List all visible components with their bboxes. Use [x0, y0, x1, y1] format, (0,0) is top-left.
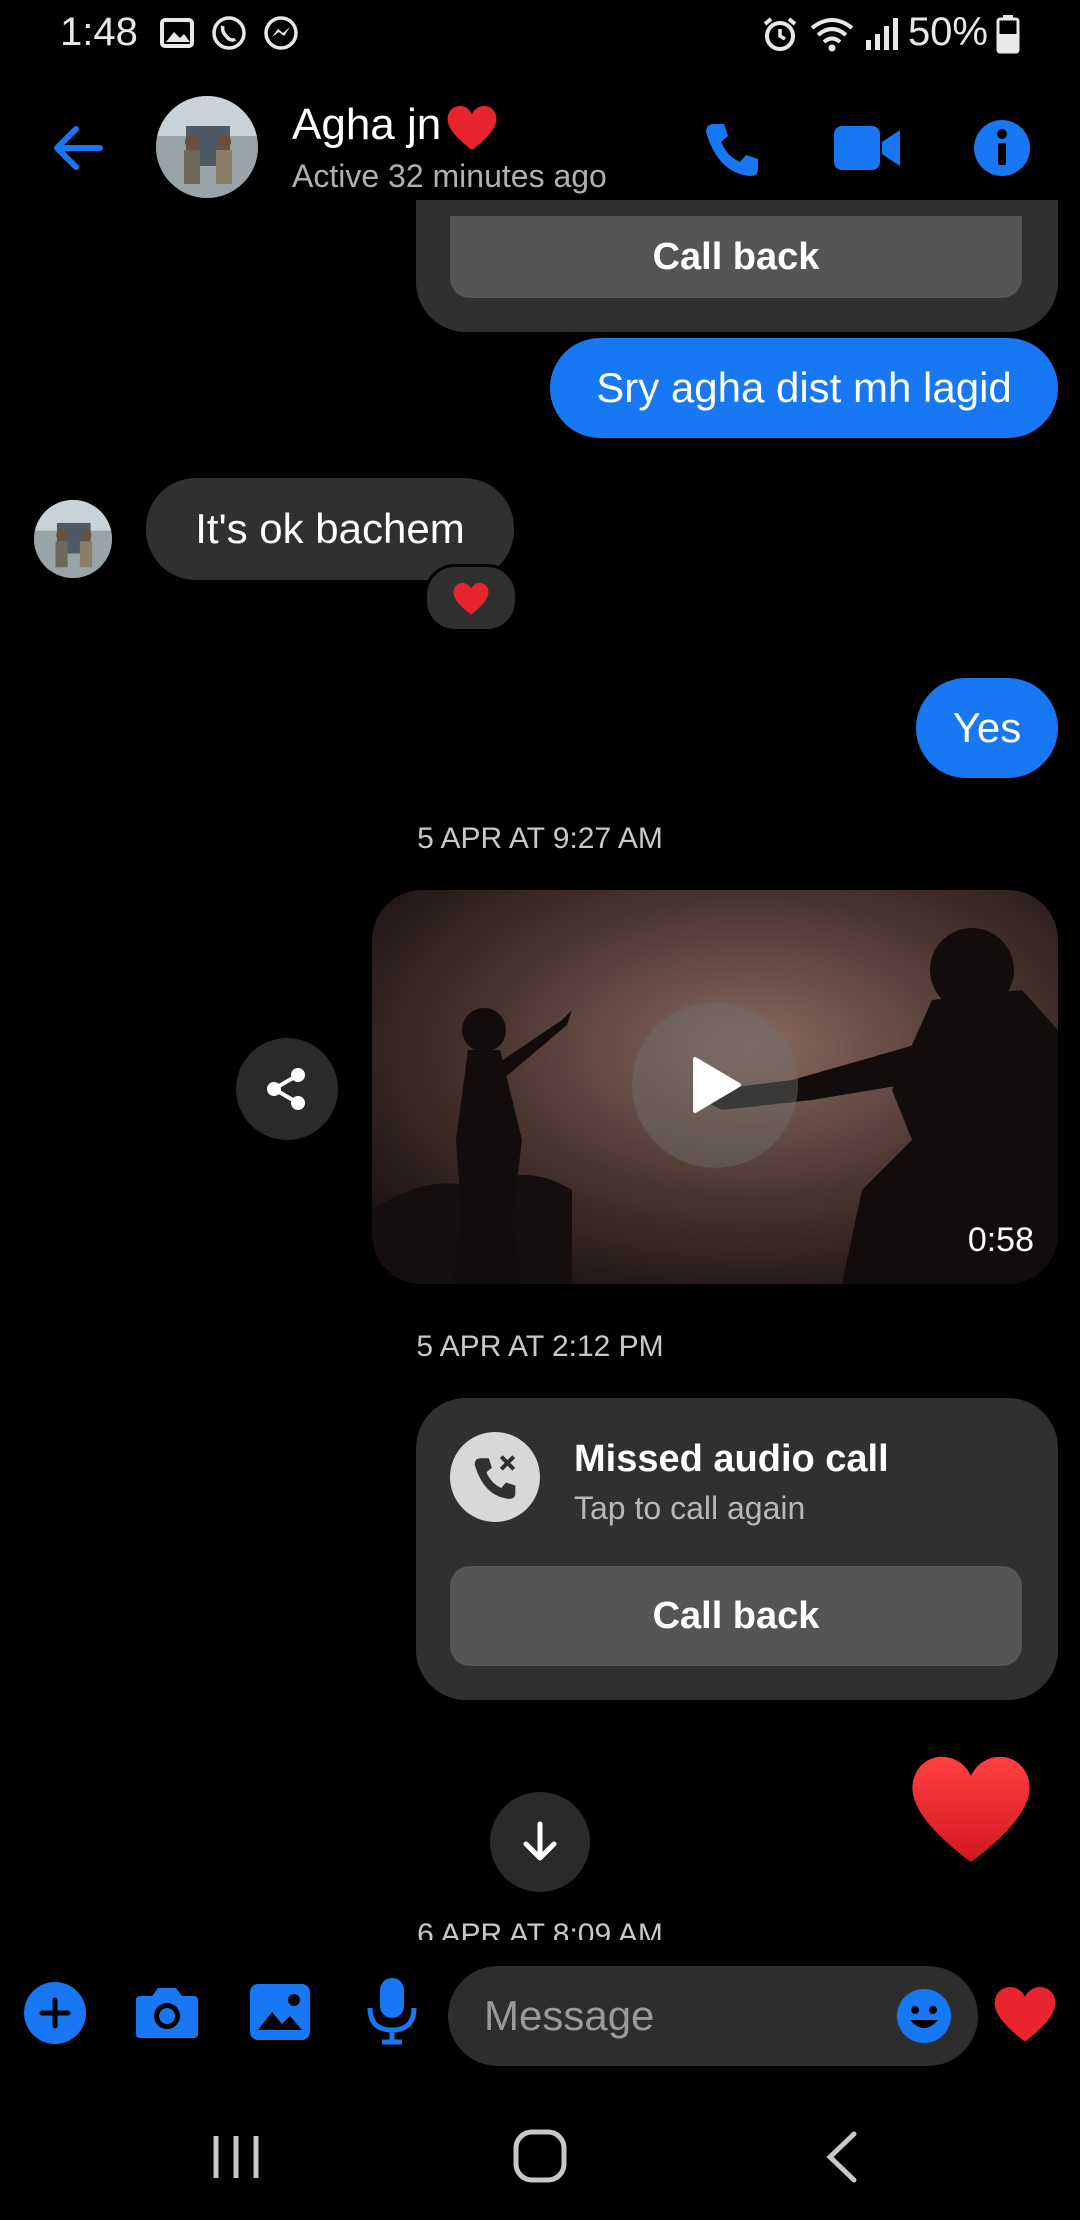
battery-percent: 50% — [907, 10, 988, 54]
gallery-notification-icon — [160, 18, 194, 48]
missed-call-title: Missed audio call — [574, 1438, 889, 1480]
status-time: 1:48 — [60, 10, 138, 54]
contact-name[interactable]: Agha jn — [292, 100, 441, 150]
signal-icon — [866, 18, 898, 50]
gallery-icon[interactable] — [248, 1982, 312, 2042]
status-bar: 1:48 50% — [0, 0, 1080, 70]
emoji-icon[interactable] — [896, 1988, 952, 2044]
timestamp-clip: 6 APR AT 8:09 AM — [0, 1910, 1080, 1940]
info-icon[interactable] — [972, 118, 1032, 178]
battery-icon — [996, 15, 1020, 54]
call-back-button[interactable]: Call back — [450, 1566, 1022, 1666]
navigation-bar — [0, 2100, 1080, 2220]
sender-avatar[interactable] — [34, 500, 112, 578]
heart-send-icon[interactable] — [990, 1982, 1060, 2044]
reaction-badge[interactable] — [424, 564, 518, 632]
camera-icon[interactable] — [134, 1982, 200, 2042]
missed-call-subtitle: Tap to call again — [574, 1490, 806, 1526]
back-arrow-icon[interactable] — [48, 118, 108, 178]
contact-avatar[interactable] — [156, 96, 258, 198]
play-icon — [693, 1057, 741, 1113]
timestamp: 5 APR AT 2:12 PM — [416, 1330, 664, 1363]
scroll-to-bottom-button[interactable] — [490, 1792, 590, 1892]
plus-icon — [39, 1997, 71, 2029]
heart-reaction-icon — [453, 582, 489, 615]
wifi-icon — [810, 18, 854, 52]
missed-call-card[interactable]: Missed audio call Tap to call again Call… — [416, 1398, 1058, 1700]
message-input[interactable]: Message — [448, 1966, 978, 2066]
call-back-button-top[interactable]: Call back — [450, 216, 1022, 298]
heart-icon — [447, 105, 497, 150]
video-message[interactable]: 0:58 — [372, 890, 1058, 1284]
home-icon[interactable] — [512, 2128, 568, 2184]
play-button[interactable] — [632, 1002, 798, 1168]
video-call-icon[interactable] — [832, 120, 902, 176]
share-icon — [267, 1068, 305, 1110]
whatsapp-notification-icon — [212, 16, 246, 50]
arrow-down-icon — [523, 1821, 557, 1861]
missed-call-icon — [450, 1432, 540, 1522]
heart-sticker-icon[interactable] — [904, 1744, 1038, 1870]
outgoing-message-yes[interactable]: Yes — [916, 678, 1058, 778]
outgoing-message[interactable]: Sry agha dist mh lagid — [550, 338, 1058, 438]
share-button[interactable] — [236, 1038, 338, 1140]
back-nav-icon[interactable] — [822, 2130, 862, 2184]
microphone-icon[interactable] — [364, 1976, 420, 2046]
video-duration: 0:58 — [967, 1221, 1034, 1259]
alarm-icon — [763, 17, 797, 51]
timestamp: 6 APR AT 8:09 AM — [417, 1918, 663, 1940]
add-button[interactable] — [24, 1982, 86, 2044]
audio-call-icon[interactable] — [700, 118, 764, 182]
timestamp: 5 APR AT 9:27 AM — [417, 822, 663, 855]
recent-apps-icon[interactable] — [210, 2132, 262, 2182]
messenger-notification-icon — [264, 16, 298, 50]
active-status: Active 32 minutes ago — [292, 158, 607, 194]
message-placeholder: Message — [484, 1992, 655, 2039]
